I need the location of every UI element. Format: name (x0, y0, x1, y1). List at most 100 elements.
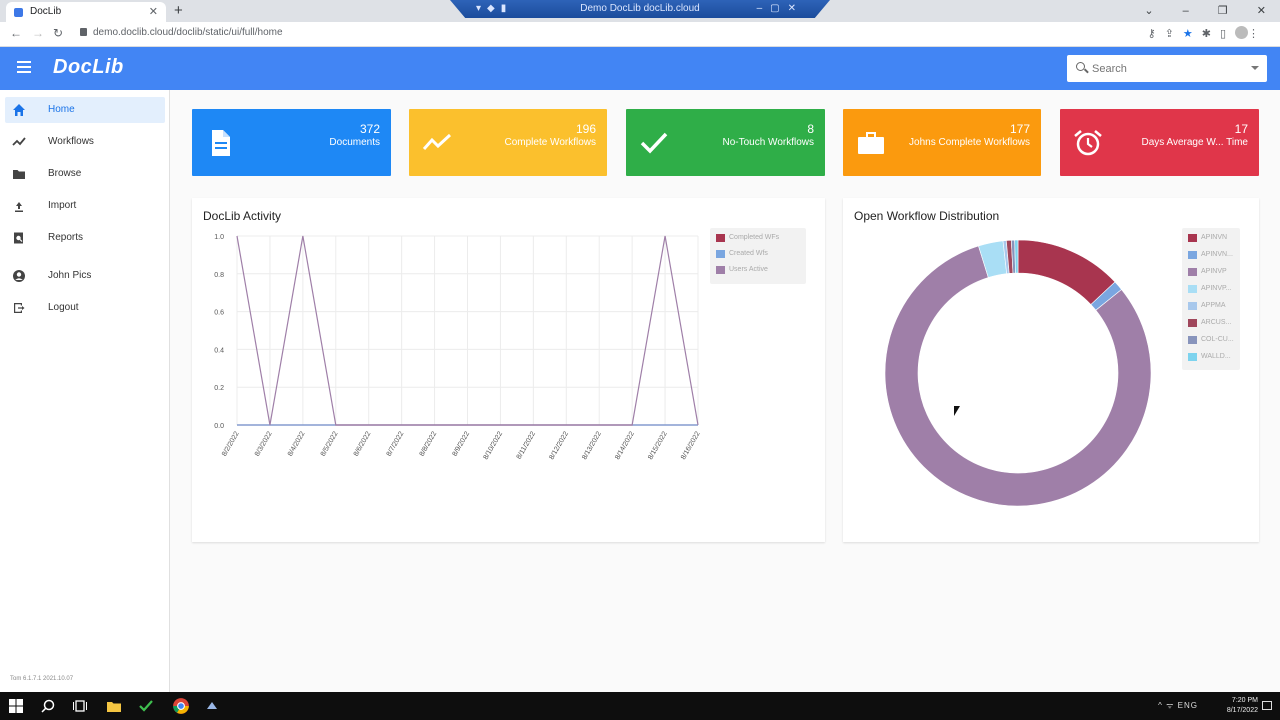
sidebar-item-browse[interactable]: Browse (5, 161, 165, 187)
legend-swatch (1188, 319, 1197, 327)
legend-item-created-wfs[interactable]: Created Wfs (716, 249, 768, 261)
system-tray: ^ ᯤ ENG (1158, 700, 1198, 711)
legend-item[interactable]: WALLD... (1188, 352, 1231, 364)
clock-time: 7:20 PM (1231, 697, 1258, 704)
sidebar-item-label: Import (48, 200, 77, 211)
remote-desktop-icon[interactable] (204, 698, 220, 714)
sidebar-panel-icon[interactable]: ▯ (1220, 28, 1235, 40)
stat-card-no-touch-workflows[interactable]: 8 No-Touch Workflows (626, 109, 825, 176)
stat-card-documents[interactable]: 372 Documents (192, 109, 391, 176)
search-box[interactable] (1067, 55, 1267, 82)
chevron-down-icon[interactable] (1251, 66, 1259, 70)
remote-window-controls-icon[interactable]: –▢✕ (757, 0, 804, 18)
x-tick-label: 8/10/2022 (483, 430, 505, 461)
chevron-up-icon[interactable]: ^ (1158, 701, 1163, 710)
url-field[interactable]: demo.doclib.cloud/doclib/static/ui/full/… (80, 27, 283, 38)
browser-menu-icon[interactable]: ⋮ (1248, 28, 1268, 40)
legend-label: Created Wfs (729, 250, 768, 257)
sidebar-item-logout[interactable]: Logout (5, 295, 165, 321)
forward-arrow-icon[interactable]: → (32, 26, 44, 40)
stat-label: Documents (329, 137, 380, 148)
sidebar-item-label: Reports (48, 232, 84, 243)
file-explorer-icon[interactable] (106, 698, 122, 714)
x-tick-label: 8/8/2022 (419, 430, 439, 457)
sidebar-item-home[interactable]: Home (5, 97, 165, 123)
reload-icon[interactable]: ↻ (53, 26, 63, 40)
x-tick-label: 8/12/2022 (548, 430, 570, 461)
browser-tab-strip: DocLib ✕ + ▾◆▮ Demo DocLib docLib.cloud … (0, 0, 1280, 22)
search-icon (1076, 62, 1085, 71)
activity-legend: Completed WFs Created Wfs Users Active (710, 228, 806, 284)
chrome-icon[interactable] (172, 697, 190, 715)
legend-item[interactable]: COL-CU... (1188, 335, 1234, 347)
legend-item[interactable]: APINVN (1188, 233, 1227, 245)
legend-item-users-active[interactable]: Users Active (716, 265, 768, 277)
x-tick-label: 8/9/2022 (452, 430, 472, 457)
legend-item[interactable]: APPMA (1188, 301, 1226, 313)
key-icon[interactable]: ⚷ (1148, 28, 1165, 40)
network-icon[interactable]: ᯤ (1166, 701, 1174, 710)
stat-card-johns-complete-workflows[interactable]: 177 Johns Complete Workflows (843, 109, 1041, 176)
sidebar-item-import[interactable]: Import (5, 193, 165, 219)
document-icon (212, 130, 230, 156)
legend-item[interactable]: APINVN... (1188, 250, 1233, 262)
tab-close-icon[interactable]: ✕ (149, 2, 158, 22)
trend-icon (12, 137, 26, 146)
sidebar-item-john-pics[interactable]: John Pics (5, 263, 165, 289)
remote-pin-icon[interactable]: ▾◆▮ (476, 0, 512, 18)
legend-item[interactable]: ARCUS... (1188, 318, 1231, 330)
folder-icon (13, 170, 25, 179)
legend-label: WALLD... (1201, 353, 1231, 360)
window-controls-icon[interactable]: ⌄ – ❐ ✕ (1144, 0, 1266, 22)
stat-label: Complete Workflows (504, 137, 596, 148)
browser-tab[interactable]: DocLib ✕ (6, 2, 166, 22)
stat-value: 196 (575, 122, 596, 136)
system-clock[interactable]: 7:20 PM 8/17/2022 (1227, 696, 1258, 716)
x-tick-label: 8/7/2022 (386, 430, 406, 457)
bookmark-star-icon[interactable]: ★ (1183, 28, 1202, 40)
report-search-icon (14, 232, 23, 244)
legend-item-completed-wfs[interactable]: Completed WFs (716, 233, 779, 245)
windows-start-icon[interactable] (8, 698, 24, 714)
legend-item[interactable]: APINVP (1188, 267, 1227, 279)
sidebar-item-label: Home (48, 104, 75, 115)
legend-item[interactable]: APINVP... (1188, 284, 1232, 296)
language-indicator[interactable]: ENG (1178, 701, 1198, 710)
x-tick-label: 8/3/2022 (254, 430, 274, 457)
checkmark-app-icon[interactable] (138, 698, 154, 714)
distribution-panel: Open Workflow Distribution APINVN APINVN… (843, 198, 1259, 542)
app-logo[interactable]: DocLib (53, 56, 124, 79)
stat-value: 177 (1009, 122, 1030, 136)
x-tick-label: 8/4/2022 (287, 430, 307, 457)
sidebar-item-label: John Pics (48, 270, 92, 281)
share-icon[interactable]: ⇪ (1165, 28, 1183, 40)
tab-title: DocLib (30, 6, 62, 17)
legend-swatch (716, 266, 725, 274)
profile-avatar-icon[interactable] (1235, 26, 1248, 39)
legend-swatch (1188, 234, 1197, 242)
legend-label: APINVP... (1201, 285, 1232, 292)
sidebar-item-reports[interactable]: Reports (5, 225, 165, 251)
sidebar-item-workflows[interactable]: Workflows (5, 129, 165, 155)
extensions-puzzle-icon[interactable]: ✱ (1202, 28, 1220, 40)
back-arrow-icon[interactable]: ← (10, 26, 22, 40)
legend-swatch (1188, 353, 1197, 361)
stat-card-days-average-time[interactable]: 17 Days Average W... Time (1060, 109, 1259, 176)
legend-label: APPMA (1201, 302, 1226, 309)
search-input[interactable] (1092, 59, 1242, 79)
x-tick-label: 8/11/2022 (516, 430, 537, 460)
x-tick-label: 8/2/2022 (221, 430, 241, 457)
y-tick-label: 0.2 (214, 385, 224, 392)
briefcase-icon (858, 132, 884, 154)
search-icon[interactable] (40, 698, 56, 714)
legend-swatch (1188, 302, 1197, 310)
new-tab-button[interactable]: + (174, 0, 183, 22)
hamburger-menu-icon[interactable] (17, 61, 31, 73)
sidebar-item-label: Workflows (48, 136, 94, 147)
task-view-icon[interactable] (72, 698, 88, 714)
y-tick-label: 0.8 (214, 272, 224, 279)
notification-icon[interactable] (1262, 701, 1272, 710)
alarm-icon (1074, 130, 1102, 156)
stat-card-complete-workflows[interactable]: 196 Complete Workflows (409, 109, 607, 176)
stat-label: Days Average W... Time (1141, 137, 1248, 148)
